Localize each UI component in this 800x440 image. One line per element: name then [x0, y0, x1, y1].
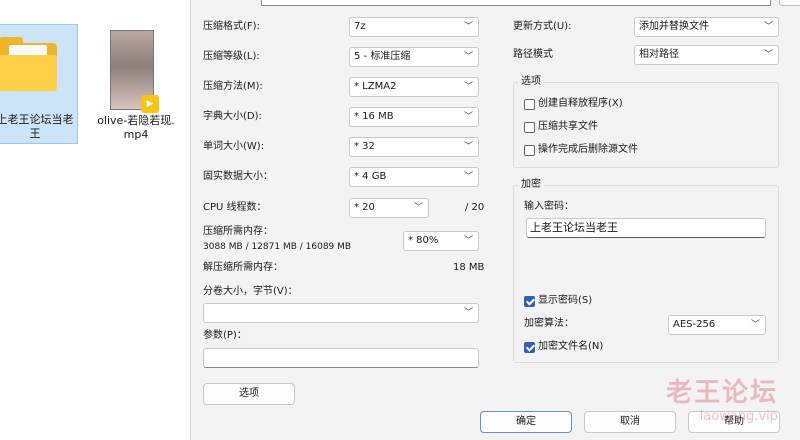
decompress-memory-label: 解压缩所需内存： [203, 262, 283, 273]
memory-select[interactable]: * 80% ﹀ [403, 231, 479, 251]
player-badge-icon: ▶ [141, 95, 159, 113]
dict-select[interactable]: * 16 MB ﹀ [349, 107, 479, 127]
chevron-down-icon: ﹀ [763, 22, 773, 32]
method-label: 压缩方法(M): [203, 81, 263, 92]
delete-after-checkbox[interactable]: 操作完成后删除源文件 [524, 143, 638, 157]
checkmark-icon [524, 295, 535, 307]
split-select[interactable]: ﹀ [203, 303, 479, 323]
word-label: 单词大小(W): [203, 141, 265, 152]
format-select[interactable]: 7z ﹀ [349, 17, 479, 37]
encryption-method-label: 加密算法： [524, 318, 574, 329]
format-label: 压缩格式(F): [203, 21, 260, 32]
dict-label: 字典大小(D): [203, 111, 262, 122]
encryption-method-select[interactable]: AES-256 ﹀ [668, 315, 766, 335]
level-select[interactable]: 5 - 标准压缩 ﹀ [349, 47, 479, 67]
password-input[interactable]: 上老王论坛当老王 [526, 218, 766, 238]
file-explorer: 上老王论坛当老 王 ▶ olive-若隐若现. mp4 [0, 0, 190, 440]
chevron-down-icon: ﹀ [763, 50, 773, 60]
shared-files-checkbox[interactable]: 压缩共享文件 [524, 120, 598, 134]
checkmark-icon [524, 341, 535, 353]
chevron-down-icon: ﹀ [463, 52, 473, 62]
options-group-title: 选项 [518, 75, 544, 89]
archive-path-input[interactable] [261, 0, 771, 6]
encryption-group: 加密 输入密码： 显示密码(S) 加密算法： AES-256 ﹀ 加密文件名(N) [513, 178, 779, 363]
chevron-down-icon: ﹀ [463, 236, 473, 246]
memory-detail: 3088 MB / 12871 MB / 16089 MB [203, 242, 352, 252]
params-label: 参数(P)： [203, 330, 247, 341]
split-label: 分卷大小，字节(V)： [203, 286, 298, 297]
checkbox-icon [524, 144, 535, 156]
threads-label: CPU 线程数： [203, 202, 267, 213]
watermark: 老王论坛 laowang.vip [666, 372, 778, 424]
chevron-down-icon: ﹀ [463, 172, 473, 182]
solid-label: 固实数据大小： [203, 171, 273, 182]
checkbox-icon [524, 98, 535, 110]
browse-button[interactable] [779, 0, 800, 6]
folder-item[interactable]: 上老王论坛当老 王 [0, 24, 78, 144]
update-select[interactable]: 添加并替换文件 ﹀ [634, 17, 779, 37]
path-mode-select[interactable]: 相对路径 ﹀ [634, 45, 779, 65]
options-button[interactable]: 选项 [203, 383, 295, 405]
threads-select[interactable]: * 20 ﹀ [349, 198, 429, 218]
path-mode-label: 路径模式 [513, 49, 553, 60]
chevron-down-icon: ﹀ [463, 112, 473, 122]
options-group: 选项 创建自释放程序(X) 压缩共享文件 操作完成后删除源文件 [513, 75, 779, 168]
encrypt-names-checkbox[interactable]: 加密文件名(N) [524, 340, 603, 354]
watermark-url: laowang.vip [699, 409, 778, 424]
cancel-button[interactable]: 取消 [584, 411, 676, 433]
watermark-title: 老王论坛 [665, 378, 778, 408]
solid-select[interactable]: * 4 GB ﹀ [349, 167, 479, 187]
chevron-down-icon: ﹀ [463, 308, 473, 318]
params-input[interactable] [203, 348, 479, 368]
level-label: 压缩等级(L): [203, 51, 260, 62]
decompress-memory-value: 18 MB [453, 262, 485, 273]
ok-button[interactable]: 确定 [480, 411, 572, 433]
encryption-group-title: 加密 [518, 178, 544, 192]
video-thumbnail: ▶ [110, 30, 159, 113]
sfx-checkbox[interactable]: 创建自释放程序(X) [524, 97, 623, 111]
folder-icon [0, 37, 57, 93]
update-label: 更新方式(U): [513, 21, 572, 32]
chevron-down-icon: ﹀ [413, 203, 423, 213]
chevron-down-icon: ﹀ [463, 142, 473, 152]
method-select[interactable]: * LZMA2 ﹀ [349, 77, 479, 97]
memory-label: 压缩所需内存： [203, 226, 273, 237]
password-label: 输入密码： [524, 201, 574, 212]
folder-name: 上老王论坛当老 王 [0, 113, 74, 140]
chevron-down-icon: ﹀ [750, 320, 760, 330]
chevron-down-icon: ﹀ [463, 22, 473, 32]
word-select[interactable]: * 32 ﹀ [349, 137, 479, 157]
video-file-item[interactable]: ▶ olive-若隐若现. mp4 [92, 24, 180, 144]
threads-max: / 20 [465, 202, 485, 213]
video-file-name: olive-若隐若现. mp4 [97, 114, 175, 141]
show-password-checkbox[interactable]: 显示密码(S) [524, 294, 592, 308]
chevron-down-icon: ﹀ [463, 82, 473, 92]
checkbox-icon [524, 121, 535, 133]
